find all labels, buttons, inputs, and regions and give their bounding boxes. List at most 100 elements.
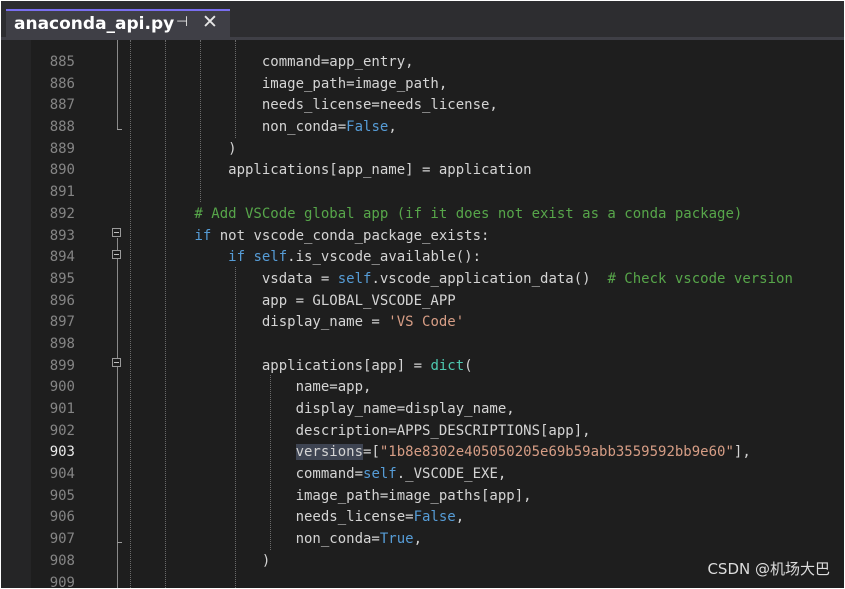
code-token: vsdata = xyxy=(127,270,338,287)
code-token: "1b8e8302e405050205e69b59abb3559592bb9e6… xyxy=(379,444,734,461)
code-token: ], xyxy=(733,444,751,461)
code-token: if xyxy=(194,227,212,244)
code-token: ( xyxy=(464,357,473,374)
code-line[interactable]: non_conda=False, xyxy=(127,117,844,139)
line-number: 891 xyxy=(49,184,75,201)
line-number: 886 xyxy=(49,75,75,92)
tab-title[interactable]: anaconda_api.py xyxy=(14,14,174,34)
editor-area[interactable]: 885 886 887 888 889 890 891 892 893 894 895 896 897 8… xyxy=(1,40,844,588)
code-token: applications[app] = xyxy=(127,357,431,374)
code-line[interactable]: name=app, xyxy=(127,377,844,399)
code-token: .is_vscode_available(): xyxy=(287,249,482,266)
code-token: name=app, xyxy=(127,379,372,396)
code-line[interactable]: needs_license=needs_license, xyxy=(127,95,844,117)
code-token: , xyxy=(455,509,465,526)
code-token: =[ xyxy=(363,444,380,461)
line-number: 894 xyxy=(49,249,75,266)
collapse-icon[interactable] xyxy=(112,250,121,259)
code-line[interactable]: ) xyxy=(127,139,844,161)
line-number: 903 xyxy=(49,444,75,461)
code-text[interactable]: command=app_entry, image_path=image_path… xyxy=(127,52,844,588)
code-token: if xyxy=(228,249,246,266)
line-number: 893 xyxy=(49,227,75,244)
code-token: command=app_entry, xyxy=(127,54,414,70)
code-token: self xyxy=(337,270,372,287)
code-token: description=APPS_DESCRIPTIONS[app], xyxy=(127,422,591,439)
close-icon[interactable]: ✕ xyxy=(202,11,218,33)
code-token: display_name=display_name, xyxy=(127,401,515,417)
pin-icon[interactable]: ⊣ xyxy=(176,14,188,30)
code-token: needs_license=needs_license, xyxy=(127,97,498,114)
line-number: 897 xyxy=(49,314,75,331)
line-number: 889 xyxy=(49,140,75,157)
line-number: 887 xyxy=(49,97,75,114)
code-token: command= xyxy=(127,466,364,483)
line-number: 904 xyxy=(49,466,75,483)
code-line[interactable]: needs_license=False, xyxy=(127,507,844,529)
line-number: 906 xyxy=(49,509,75,526)
fold-end-tick xyxy=(117,542,122,543)
code-token: image_path=image_path, xyxy=(127,75,448,92)
code-token: not vscode_conda_package_exists: xyxy=(211,227,490,244)
code-line[interactable]: app = GLOBAL_VSCODE_APP xyxy=(127,291,844,313)
collapse-icon[interactable] xyxy=(112,358,121,367)
code-line[interactable]: if self.is_vscode_available(): xyxy=(127,247,844,269)
code-line[interactable]: # Add VSCode global app (if it does not … xyxy=(127,204,844,226)
watermark: CSDN @机场大巴 xyxy=(707,560,830,578)
code-line[interactable]: non_conda=True, xyxy=(127,529,844,551)
code-token: ._VSCODE_EXE, xyxy=(396,466,507,483)
code-token: app = GLOBAL_VSCODE_APP xyxy=(127,292,456,309)
line-number: 905 xyxy=(49,487,75,504)
code-token: True xyxy=(379,531,414,548)
code-line[interactable]: applications[app] = dict( xyxy=(127,356,844,378)
code-token: , xyxy=(388,119,397,136)
code-line[interactable]: vsdata = self.vscode_application_data() … xyxy=(127,269,844,291)
code-line[interactable]: if not vscode_conda_package_exists: xyxy=(127,226,844,248)
code-line[interactable]: description=APPS_DESCRIPTIONS[app], xyxy=(127,421,844,443)
line-number: 895 xyxy=(49,270,75,287)
fold-end-tick xyxy=(117,129,122,130)
code-line[interactable] xyxy=(127,334,844,356)
code-line[interactable]: versions=["1b8e8302e405050205e69b59abb35… xyxy=(127,442,844,464)
editor-margin xyxy=(1,40,31,588)
code-token: # Check vscode version xyxy=(607,270,793,287)
code-line[interactable] xyxy=(127,182,844,204)
code-token: needs_license= xyxy=(127,509,414,526)
code-token: ) xyxy=(127,552,271,569)
line-number: 888 xyxy=(49,119,75,136)
line-number: 892 xyxy=(49,205,75,222)
line-number: 885 xyxy=(49,54,75,70)
code-line[interactable]: image_path=image_paths[app], xyxy=(127,486,844,508)
code-line[interactable]: display_name = 'VS Code' xyxy=(127,312,844,334)
code-token: 'VS Code' xyxy=(388,314,465,331)
code-line[interactable]: applications[app_name] = application xyxy=(127,160,844,182)
line-number: 896 xyxy=(49,292,75,309)
code-token: False xyxy=(346,119,389,136)
line-number-gutter: 885 886 887 888 889 890 891 892 893 894 895 896 897 8… xyxy=(31,52,75,588)
code-token: image_path=image_paths[app], xyxy=(127,487,532,504)
code-token: self xyxy=(363,466,397,483)
line-number: 899 xyxy=(49,357,75,374)
code-token: non_conda= xyxy=(127,119,347,136)
code-token: False xyxy=(413,509,456,526)
code-line[interactable]: command=self._VSCODE_EXE, xyxy=(127,464,844,486)
line-number: 890 xyxy=(49,162,75,179)
line-number: 900 xyxy=(49,379,75,396)
code-token: self xyxy=(253,249,288,266)
code-editor-window: anaconda_api.py ⊣ ✕ 885 886 887 888 889 890 89… xyxy=(1,1,844,588)
code-token: ) xyxy=(127,140,237,157)
code-line[interactable]: command=app_entry, xyxy=(127,52,844,74)
code-token: versions xyxy=(295,444,364,461)
code-token: display_name = xyxy=(127,314,389,331)
code-token: non_conda= xyxy=(127,531,380,548)
line-number: 898 xyxy=(49,335,75,352)
collapse-icon[interactable] xyxy=(112,228,121,237)
code-line[interactable]: image_path=image_path, xyxy=(127,74,844,96)
editor-tab[interactable]: anaconda_api.py ⊣ ✕ xyxy=(6,9,230,37)
fold-region-line xyxy=(117,238,118,588)
code-line[interactable]: display_name=display_name, xyxy=(127,399,844,421)
code-token: , xyxy=(413,531,423,548)
